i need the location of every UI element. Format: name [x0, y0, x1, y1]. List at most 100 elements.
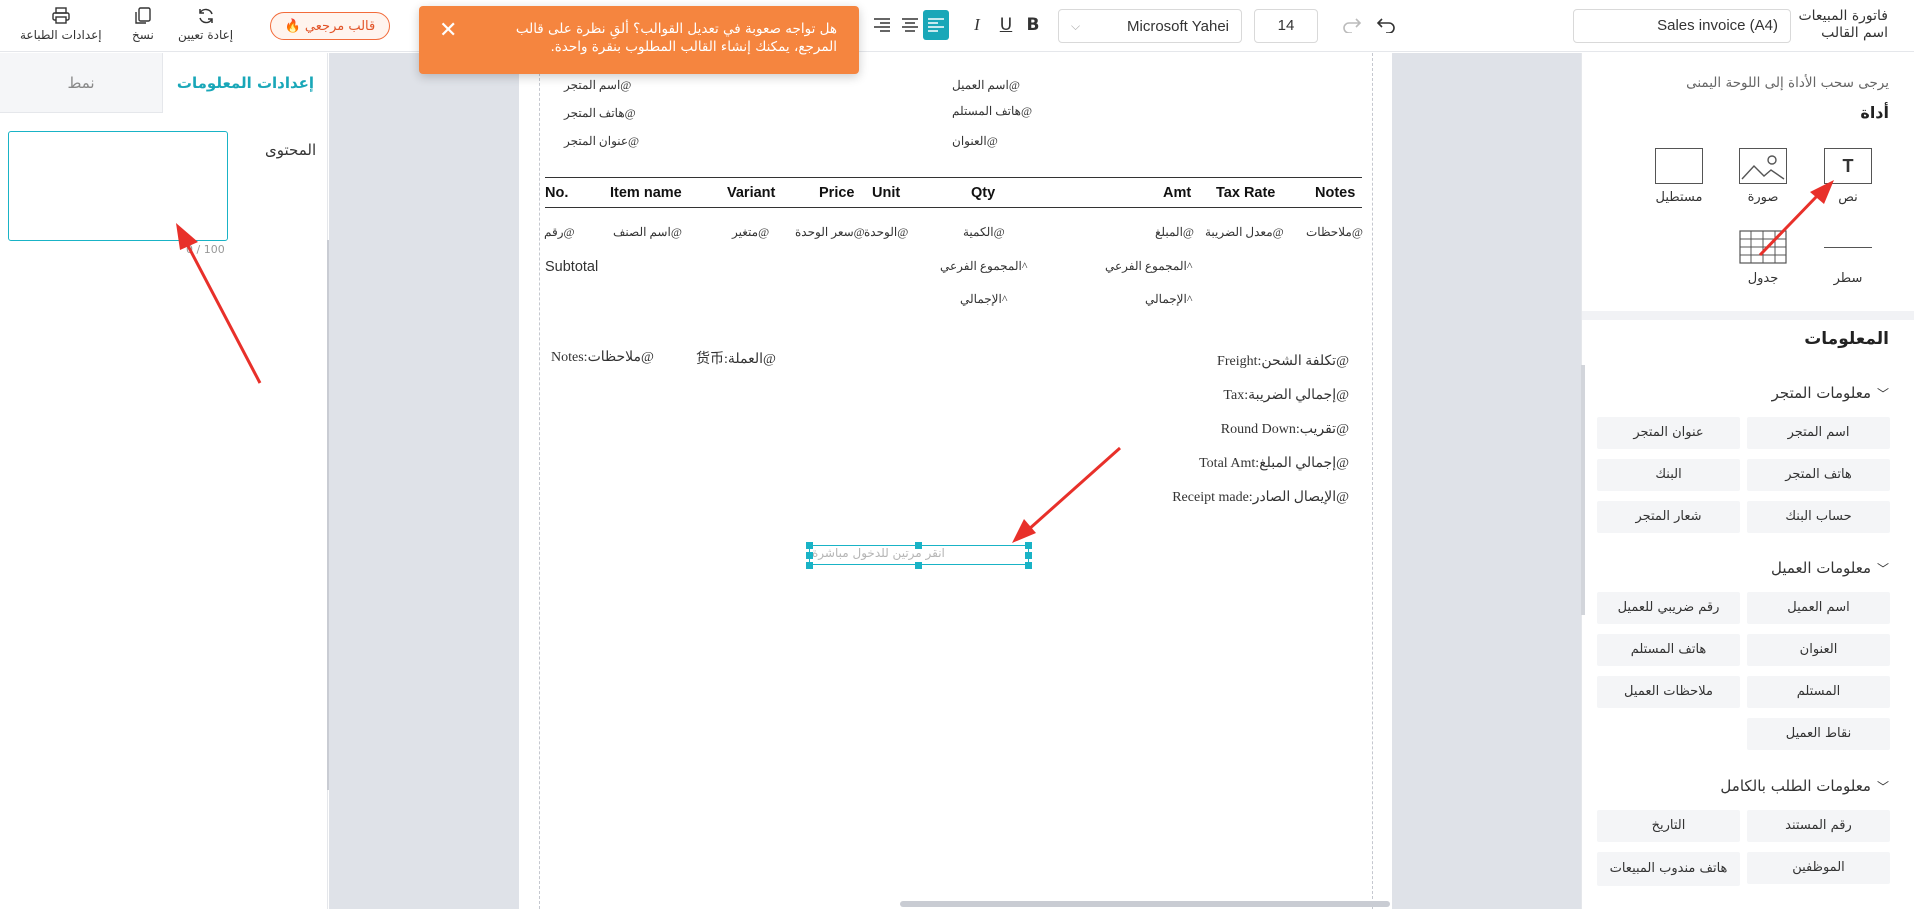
- row-field-variant[interactable]: متغير@: [732, 225, 769, 240]
- col-qty[interactable]: Qty: [971, 185, 995, 201]
- fire-icon: 🔥: [284, 18, 301, 34]
- col-variant[interactable]: Variant: [727, 185, 775, 201]
- template-name-input[interactable]: Sales invoice (A4): [1573, 9, 1791, 43]
- chip-receiver[interactable]: المستلم: [1747, 676, 1890, 708]
- group-order-info[interactable]: معلومات الطلب بالكامل ﹀: [1720, 777, 1889, 795]
- info-title: المعلومات: [1804, 329, 1889, 349]
- notes-field[interactable]: Notes:ملاحظات@: [551, 349, 654, 366]
- chevron-down-icon: ⌵: [1071, 18, 1081, 33]
- row-field-unit[interactable]: الوحدة@: [864, 225, 908, 240]
- tool-line[interactable]: سطر: [1818, 229, 1878, 286]
- col-notes[interactable]: Notes: [1315, 185, 1355, 201]
- right-scrollbar[interactable]: [1581, 365, 1585, 615]
- chip-bank[interactable]: البنك: [1597, 459, 1740, 491]
- close-icon[interactable]: ✕: [439, 20, 457, 42]
- toast-message: هل تواجه صعوبة في تعديل القوالب؟ ألقِ نظ…: [515, 21, 837, 55]
- tab-style[interactable]: نمط: [0, 53, 162, 113]
- tax-total-field[interactable]: Tax:إجمالي الضريبة@: [1223, 387, 1349, 404]
- undo-button[interactable]: [1374, 10, 1398, 40]
- col-no[interactable]: No.: [545, 185, 568, 201]
- chip-store-name[interactable]: اسم المتجر: [1747, 417, 1890, 449]
- store-address-field[interactable]: عنوان المتجر@: [564, 134, 639, 149]
- copy-button[interactable]: نسخ: [132, 6, 154, 42]
- store-phone-field[interactable]: هاتف المتجر@: [564, 106, 636, 121]
- horizontal-scrollbar[interactable]: [900, 901, 1390, 907]
- subtotal-label[interactable]: Subtotal: [545, 259, 598, 275]
- content-textarea[interactable]: [8, 131, 228, 241]
- tab-info-settings[interactable]: إعدادات المعلومات: [162, 53, 328, 113]
- chip-customer-notes[interactable]: ملاحظات العميل: [1597, 676, 1740, 708]
- italic-button[interactable]: I: [966, 10, 988, 40]
- reference-template-toast: ✕ هل تواجه صعوبة في تعديل القوالب؟ ألقِ …: [419, 6, 859, 74]
- align-right-button[interactable]: [870, 10, 894, 40]
- reference-template-button[interactable]: 🔥 قالب مرجعي: [270, 12, 390, 40]
- tool-image[interactable]: صورة: [1733, 148, 1793, 205]
- resize-handle[interactable]: [806, 562, 813, 569]
- col-amt[interactable]: Amt: [1163, 185, 1191, 201]
- resize-handle[interactable]: [915, 562, 922, 569]
- subtotal-amt-field[interactable]: المجموع الفرعي^: [1105, 259, 1192, 274]
- row-field-amt[interactable]: المبلغ@: [1155, 225, 1194, 240]
- tools-title: أداة: [1860, 103, 1889, 122]
- chip-sales-rep-phone[interactable]: هاتف مندوب المبيعات: [1597, 852, 1740, 886]
- chip-store-phone[interactable]: هاتف المتجر: [1747, 459, 1890, 491]
- col-unit[interactable]: Unit: [872, 185, 900, 201]
- row-field-tax-rate[interactable]: معدل الضريبة@: [1205, 225, 1284, 240]
- table-tool-icon: [1739, 229, 1787, 265]
- group-store-info[interactable]: معلومات المتجر ﹀: [1772, 384, 1889, 402]
- subtotal-qty-field[interactable]: المجموع الفرعي^: [940, 259, 1027, 274]
- chip-address[interactable]: العنوان: [1747, 634, 1890, 666]
- tool-text[interactable]: T نص: [1818, 148, 1878, 205]
- bold-button[interactable]: B: [1022, 10, 1044, 40]
- resize-handle[interactable]: [806, 552, 813, 559]
- row-field-no[interactable]: رقم@: [544, 225, 575, 240]
- chip-document-number[interactable]: رقم المستند: [1747, 810, 1890, 842]
- col-tax-rate[interactable]: Tax Rate: [1216, 185, 1275, 201]
- col-price[interactable]: Price: [819, 185, 854, 201]
- freight-field[interactable]: Freight:تكلفة الشحن@: [1217, 353, 1349, 370]
- store-name-field[interactable]: اسم المتجر@: [564, 78, 631, 93]
- chip-customer-name[interactable]: اسم العميل: [1747, 592, 1890, 624]
- resize-handle[interactable]: [806, 542, 813, 549]
- reset-button[interactable]: إعادة تعيين: [178, 6, 233, 42]
- redo-button[interactable]: [1340, 10, 1364, 40]
- address-field[interactable]: العنوان@: [952, 134, 998, 149]
- round-down-field[interactable]: Round Down:تقريب@: [1221, 421, 1349, 438]
- align-right-icon: [874, 18, 890, 32]
- resize-handle[interactable]: [1025, 552, 1032, 559]
- invoice-page[interactable]: [519, 53, 1392, 909]
- row-field-qty[interactable]: الكمية@: [963, 225, 1005, 240]
- font-size-input[interactable]: 14: [1254, 9, 1318, 43]
- row-field-item-name[interactable]: اسم الصنف@: [613, 225, 682, 240]
- chip-store-address[interactable]: عنوان المتجر: [1597, 417, 1740, 449]
- resize-handle[interactable]: [1025, 562, 1032, 569]
- col-item-name[interactable]: Item name: [610, 185, 682, 201]
- resize-handle[interactable]: [915, 542, 922, 549]
- font-family-select[interactable]: ⌵ Microsoft Yahei: [1058, 9, 1242, 43]
- total-qty-field[interactable]: الإجمالي^: [960, 292, 1008, 307]
- tool-table[interactable]: جدول: [1733, 229, 1793, 286]
- align-center-button[interactable]: [898, 10, 922, 40]
- print-settings-button[interactable]: إعدادات الطباعة: [20, 6, 102, 42]
- receiver-phone-field[interactable]: هاتف المستلم@: [952, 104, 1032, 119]
- chip-store-logo[interactable]: شعار المتجر: [1597, 501, 1740, 533]
- currency-field[interactable]: 货币:العملة@: [696, 348, 776, 368]
- total-amt-field[interactable]: Total Amt:إجمالي المبلغ@: [1199, 455, 1349, 472]
- chip-date[interactable]: التاريخ: [1597, 810, 1740, 842]
- chip-staff[interactable]: الموظفين: [1747, 852, 1890, 884]
- resize-handle[interactable]: [1025, 542, 1032, 549]
- row-field-price[interactable]: سعر الوحدة@: [795, 225, 865, 240]
- printer-icon: [52, 7, 70, 24]
- tool-rectangle[interactable]: مستطيل: [1649, 148, 1709, 205]
- underline-button[interactable]: U: [995, 10, 1017, 40]
- align-left-button[interactable]: [923, 10, 949, 40]
- chip-customer-points[interactable]: نقاط العميل: [1747, 718, 1890, 750]
- total-amt-field[interactable]: الإجمالي^: [1145, 292, 1193, 307]
- group-customer-info[interactable]: معلومات العميل ﹀: [1771, 559, 1889, 577]
- chip-receiver-phone[interactable]: هاتف المستلم: [1597, 634, 1740, 666]
- chip-customer-tax-id[interactable]: رقم ضريبي للعميل: [1597, 592, 1740, 624]
- receipt-made-field[interactable]: Receipt made:الإيصال الصادر@: [1172, 489, 1349, 506]
- row-field-notes[interactable]: ملاحظات@: [1306, 225, 1363, 240]
- chip-bank-account[interactable]: حساب البنك: [1747, 501, 1890, 533]
- customer-name-field[interactable]: اسم العميل@: [952, 78, 1020, 93]
